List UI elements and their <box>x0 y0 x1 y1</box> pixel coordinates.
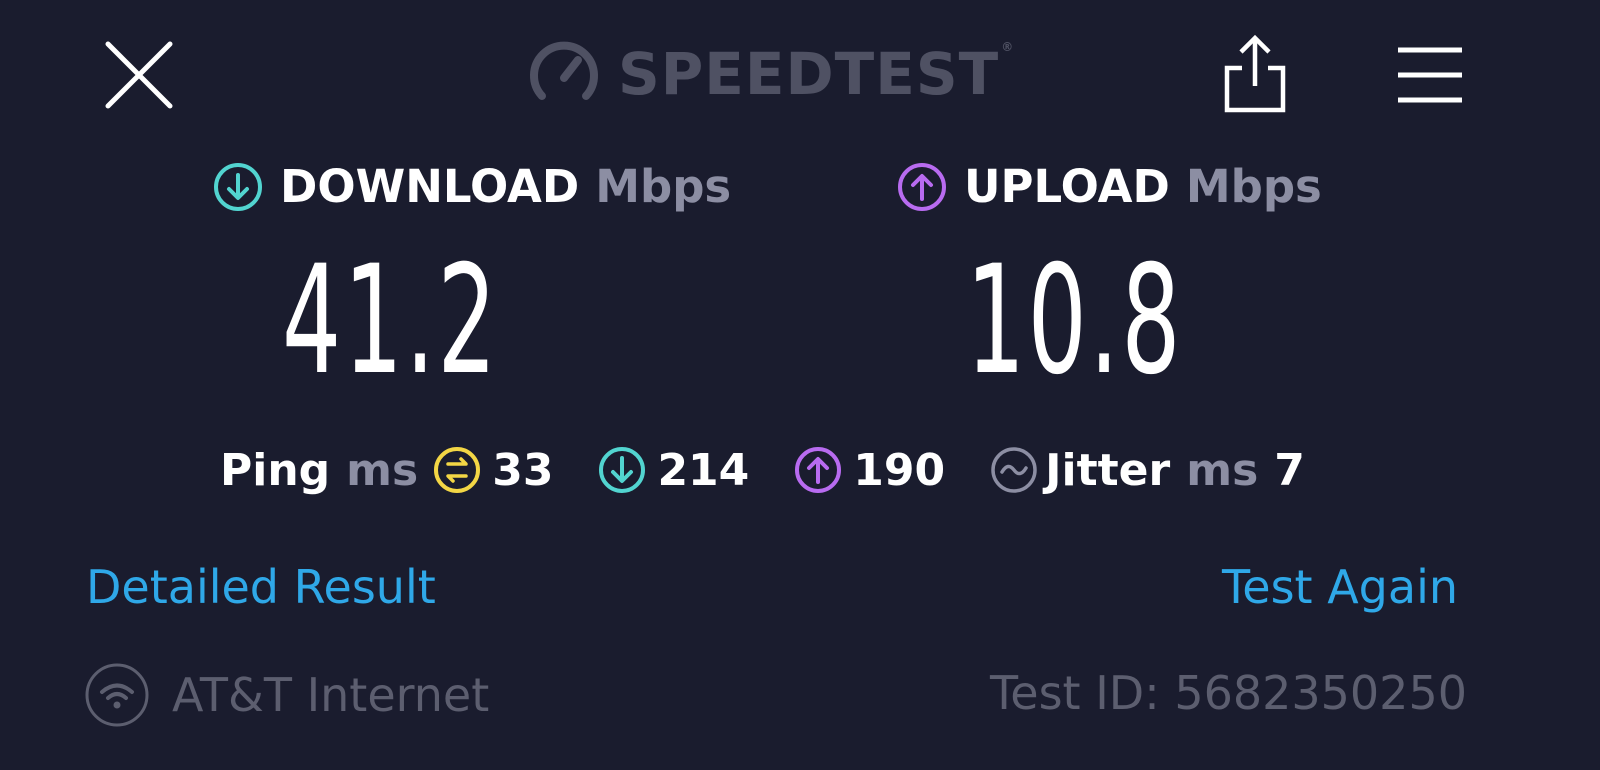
upload-unit: Mbps <box>1185 160 1322 213</box>
gauge-icon <box>530 41 598 100</box>
test-id: Test ID: 5682350250 <box>990 666 1467 720</box>
arrow-up-circle-icon <box>898 162 946 211</box>
jitter-wave-icon <box>991 447 1037 493</box>
wifi-icon <box>85 663 149 727</box>
detailed-result-link[interactable]: Detailed Result <box>86 560 436 614</box>
jitter-unit: ms <box>1186 444 1259 496</box>
menu-icon <box>1398 47 1462 103</box>
jitter-label: Jitter <box>1045 444 1171 496</box>
share-button[interactable] <box>1222 34 1288 114</box>
speedtest-logo: SPEEDTEST ® <box>528 38 1014 110</box>
download-value: 41.2 <box>282 234 499 408</box>
logo-text: SPEEDTEST ® <box>618 40 1015 108</box>
ping-label: Ping <box>220 444 331 496</box>
upload-value: 10.8 <box>966 234 1183 408</box>
ping-unit: ms <box>346 444 419 496</box>
idle-latency-icon <box>434 447 481 493</box>
jitter-value: 7 <box>1274 444 1305 496</box>
ping-download-value: 214 <box>657 444 750 496</box>
upload-header: UPLOAD Mbps <box>896 160 1322 213</box>
download-header: DOWNLOAD Mbps <box>212 160 731 213</box>
download-unit: Mbps <box>595 160 732 213</box>
arrow-down-circle-icon <box>599 447 646 493</box>
ping-row: Ping ms 33 214 190 Jitter ms 7 <box>220 440 1305 500</box>
ping-idle-value: 33 <box>492 444 554 496</box>
upload-label: UPLOAD <box>964 160 1170 213</box>
ping-upload-value: 190 <box>853 444 946 496</box>
download-label: DOWNLOAD <box>280 160 580 213</box>
close-button[interactable] <box>104 40 174 110</box>
isp-name: AT&T Internet <box>172 668 490 722</box>
share-icon <box>1224 34 1286 113</box>
close-icon <box>105 41 173 109</box>
arrow-up-circle-icon <box>795 447 842 493</box>
arrow-down-circle-icon <box>214 162 262 211</box>
menu-button[interactable] <box>1396 42 1464 108</box>
isp-info: AT&T Internet <box>84 662 489 728</box>
test-again-link[interactable]: Test Again <box>1222 560 1458 614</box>
